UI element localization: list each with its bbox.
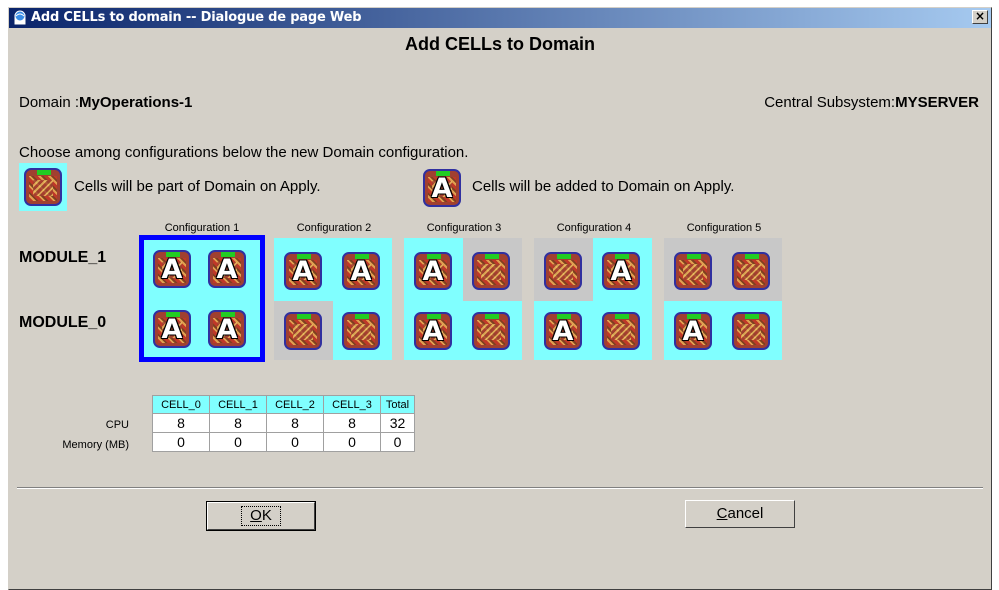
legend-added-text: Cells will be added to Domain on Apply. — [472, 178, 735, 195]
config-4-label: Configuration 4 — [556, 222, 632, 234]
config-4-option[interactable]: A A — [534, 238, 652, 360]
cell-chip-icon: A — [414, 252, 452, 290]
cell-chip-icon: A — [208, 310, 246, 348]
table-cell: 0 — [323, 432, 381, 452]
table-cell: 8 — [152, 413, 210, 433]
subsystem-info: Central Subsystem:MYSERVER — [764, 94, 979, 111]
window-title: Add CELLs to domain -- Dialogue de page … — [31, 10, 362, 25]
cell-chip-icon — [602, 312, 640, 350]
legend-part-box — [19, 163, 67, 211]
cell-chip-icon — [24, 168, 62, 206]
cell-added-chip-icon: A — [423, 169, 461, 207]
table-cell: 0 — [266, 432, 324, 452]
table-cell: 32 — [380, 413, 415, 433]
table-cell: 0 — [152, 432, 210, 452]
cell-chip-icon: A — [208, 250, 246, 288]
table-cell: 0 — [380, 432, 415, 452]
subsystem-label: Central Subsystem: — [764, 94, 896, 111]
config-1-option[interactable]: A A A A — [139, 235, 265, 362]
cell-chip-icon — [472, 312, 510, 350]
column-header: CELL_3 — [323, 395, 381, 414]
cell-chip-icon — [674, 252, 712, 290]
config-3-label: Configuration 3 — [426, 222, 502, 234]
column-header: CELL_1 — [209, 395, 267, 414]
config-5-option[interactable]: A — [664, 238, 782, 360]
cell-chip-icon — [544, 252, 582, 290]
dialog-window: Add CELLs to domain -- Dialogue de page … — [8, 7, 992, 590]
column-header: CELL_0 — [152, 395, 210, 414]
cell-chip-icon: A — [342, 252, 380, 290]
domain-label: Domain : — [19, 94, 80, 111]
table-row: 8 8 8 8 32 — [152, 413, 415, 433]
title-bar: Add CELLs to domain -- Dialogue de page … — [9, 8, 991, 28]
instruction-text: Choose among configurations below the ne… — [19, 144, 469, 161]
cell-chip-icon — [732, 252, 770, 290]
table-cell: 8 — [266, 413, 324, 433]
table-cell: 8 — [323, 413, 381, 433]
cancel-button[interactable]: Cancel — [685, 500, 795, 528]
table-cell: 0 — [209, 432, 267, 452]
cancel-button-label: Cancel — [716, 505, 764, 522]
config-3-option[interactable]: A A — [404, 238, 522, 360]
cell-chip-icon: A — [153, 310, 191, 348]
close-icon: × — [974, 9, 986, 23]
module-1-label: MODULE_1 — [19, 249, 107, 266]
column-header: Total — [380, 395, 415, 414]
cell-chip-icon: A — [602, 252, 640, 290]
table-cell: 8 — [209, 413, 267, 433]
column-header: CELL_2 — [266, 395, 324, 414]
config-2-option[interactable]: A A — [274, 238, 392, 360]
cpu-row-label: CPU — [105, 419, 129, 431]
cell-chip-icon: A — [153, 250, 191, 288]
cell-chip-icon: A — [674, 312, 712, 350]
domain-value: MyOperations-1 — [79, 94, 193, 111]
memory-row-label: Memory (MB) — [62, 439, 129, 451]
cell-chip-icon — [284, 312, 322, 350]
resource-table: CELL_0 CELL_1 CELL_2 CELL_3 Total 8 8 8 … — [152, 395, 415, 452]
ok-button-label: OK — [241, 506, 281, 526]
config-5-label: Configuration 5 — [686, 222, 762, 234]
legend-part-text: Cells will be part of Domain on Apply. — [74, 178, 321, 195]
separator — [17, 487, 983, 489]
config-1-label: Configuration 1 — [164, 222, 240, 234]
domain-info: Domain :MyOperations-1 — [19, 94, 192, 111]
dialog-heading: Add CELLs to Domain — [405, 34, 595, 54]
config-2-label: Configuration 2 — [296, 222, 372, 234]
cell-chip-icon: A — [284, 252, 322, 290]
close-button[interactable]: × — [972, 10, 988, 24]
web-dialog-icon — [13, 10, 27, 26]
cell-chip-icon — [732, 312, 770, 350]
cell-chip-icon: A — [544, 312, 582, 350]
table-header-row: CELL_0 CELL_1 CELL_2 CELL_3 Total — [152, 395, 415, 414]
table-row: 0 0 0 0 0 — [152, 432, 415, 452]
cell-chip-icon: A — [414, 312, 452, 350]
cell-chip-icon — [342, 312, 380, 350]
cell-chip-icon — [472, 252, 510, 290]
ok-button[interactable]: OK — [206, 501, 316, 531]
subsystem-value: MYSERVER — [895, 94, 979, 111]
module-0-label: MODULE_0 — [19, 314, 107, 331]
